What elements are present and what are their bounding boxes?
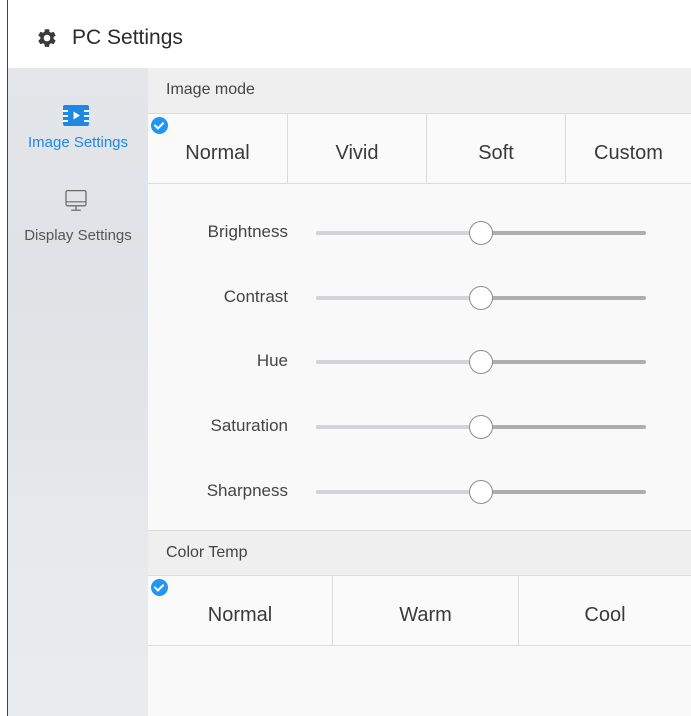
image-settings-icon [63, 105, 89, 126]
image-mode-option-normal[interactable]: Normal [148, 114, 288, 184]
brightness-slider[interactable] [316, 221, 646, 245]
contrast-slider[interactable] [316, 286, 646, 310]
color-temp-header: Color Temp [148, 530, 691, 576]
page-title: PC Settings [72, 26, 183, 49]
color-temp-option-normal[interactable]: Normal [148, 576, 333, 646]
option-label: Cool [584, 604, 626, 626]
color-temp-option-cool[interactable]: Cool [519, 576, 691, 646]
image-mode-header: Image mode [148, 68, 691, 114]
slider-label: Hue [256, 351, 288, 370]
slider-label: Saturation [210, 416, 289, 435]
option-label: Normal [207, 604, 273, 626]
option-label: Soft [478, 142, 514, 164]
slider-fill [316, 296, 481, 300]
main-panel: Image mode Normal Vivid Soft Custom Brig… [148, 68, 691, 716]
slider-fill [316, 490, 481, 494]
hue-slider-row: Hue [148, 341, 691, 381]
section-title: Color Temp [166, 544, 248, 561]
slider-thumb[interactable] [469, 350, 493, 374]
app-header: PC Settings [8, 0, 691, 68]
image-mode-option-vivid[interactable]: Vivid [288, 114, 427, 184]
slider-thumb[interactable] [469, 480, 493, 504]
slider-thumb[interactable] [469, 286, 493, 310]
slider-thumb[interactable] [469, 415, 493, 439]
slider-label: Contrast [223, 287, 288, 306]
section-title: Image mode [166, 81, 255, 98]
slider-fill [316, 360, 481, 364]
image-mode-option-custom[interactable]: Custom [566, 114, 691, 184]
sidebar-item-label: Image Settings [27, 134, 129, 151]
slider-label: Sharpness [206, 481, 288, 500]
saturation-slider[interactable] [316, 415, 646, 439]
slider-fill [316, 425, 481, 429]
slider-fill [316, 231, 481, 235]
hue-slider[interactable] [316, 350, 646, 374]
sidebar: Image Settings Display Settings [8, 68, 148, 716]
sidebar-item-image-settings[interactable]: Image Settings [8, 104, 148, 176]
checkmark-icon [151, 579, 168, 596]
slider-label: Brightness [207, 222, 288, 241]
option-label: Custom [594, 142, 663, 164]
slider-thumb[interactable] [469, 221, 493, 245]
contrast-slider-row: Contrast [148, 277, 691, 317]
image-mode-option-soft[interactable]: Soft [427, 114, 566, 184]
monitor-icon [65, 189, 87, 211]
color-temp-option-warm[interactable]: Warm [333, 576, 519, 646]
color-temp-selector: Normal Warm Cool [148, 576, 691, 646]
sharpness-slider-row: Sharpness [148, 471, 691, 511]
image-mode-selector: Normal Vivid Soft Custom [148, 114, 691, 184]
sidebar-item-label: Display Settings [24, 227, 132, 244]
sidebar-item-display-settings[interactable]: Display Settings [8, 189, 148, 261]
option-label: Vivid [335, 142, 379, 164]
gear-icon [38, 29, 56, 47]
checkmark-icon [151, 117, 168, 134]
saturation-slider-row: Saturation [148, 406, 691, 446]
option-label: Normal [185, 142, 250, 164]
sharpness-slider[interactable] [316, 480, 646, 504]
brightness-slider-row: Brightness [148, 212, 691, 252]
option-label: Warm [399, 604, 452, 626]
